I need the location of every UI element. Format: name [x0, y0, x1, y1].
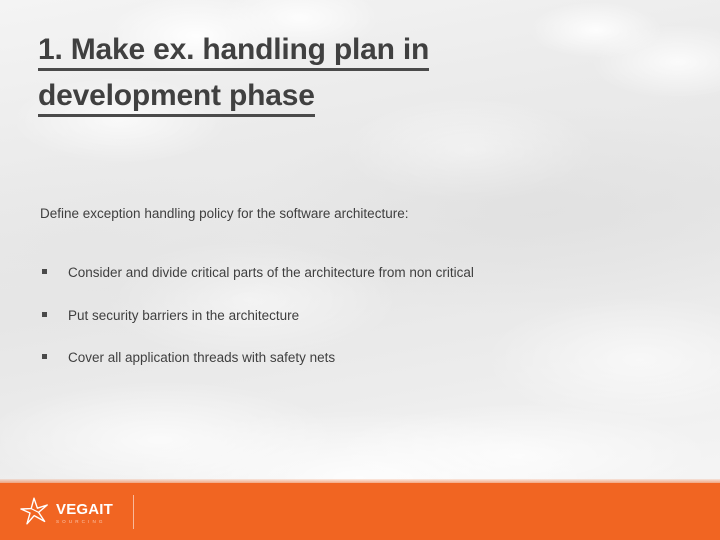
- lead-paragraph: Define exception handling policy for the…: [40, 205, 409, 221]
- slide: 1. Make ex. handling plan in development…: [0, 0, 720, 540]
- list-item: Consider and divide critical parts of th…: [40, 262, 700, 284]
- footer-bar: VEGAIT SOURCING: [0, 479, 720, 540]
- square-bullet-icon: [42, 354, 47, 360]
- square-bullet-icon: [42, 311, 47, 317]
- square-bullet-icon: [42, 269, 47, 274]
- slide-title: 1. Make ex. handling plan in development…: [38, 27, 658, 118]
- list-item: Put security barriers in the architectur…: [40, 305, 700, 327]
- logo-wordmark: VEGAIT SOURCING: [56, 502, 113, 525]
- list-item: Cover all application threads with safet…: [40, 347, 700, 369]
- title-line-1: 1. Make ex. handling plan in: [38, 33, 429, 71]
- bullet-list: Consider and divide critical parts of th…: [40, 262, 700, 369]
- footer-edge-glow: [0, 479, 720, 483]
- logo: VEGAIT SOURCING: [19, 496, 113, 531]
- list-item-label: Consider and divide critical parts of th…: [68, 265, 474, 280]
- list-item-label: Cover all application threads with safet…: [68, 350, 336, 366]
- four-pointed-star-icon: [19, 496, 49, 531]
- list-item-label: Put security barriers in the architectur…: [68, 307, 300, 323]
- logo-name: VEGAIT: [56, 501, 114, 519]
- logo-subtitle: SOURCING: [56, 519, 106, 525]
- vertical-divider: [133, 495, 134, 529]
- title-line-2: development phase: [38, 78, 315, 117]
